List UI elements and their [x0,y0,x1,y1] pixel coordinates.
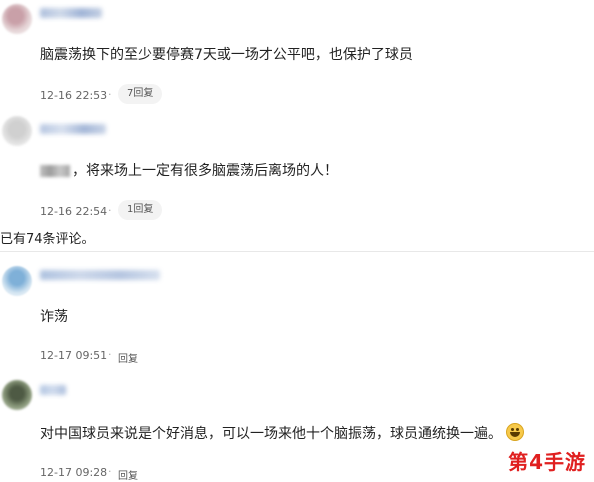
separator-dot: · [108,348,112,361]
comment-time: 12-16 22:53 [40,89,108,102]
comment-text-content: 对中国球员来说是个好消息，可以一场来他十个脑振荡，球员通统换一遍。 [40,426,502,442]
laughing-face-icon [506,423,524,441]
username-blurred[interactable] [40,385,66,395]
reply-count-button[interactable]: 7回复 [118,84,163,104]
separator-dot: · [108,204,112,217]
site-watermark-logo: 第4手游 [508,450,586,474]
comment-time: 12-16 22:54 [40,205,108,218]
comment-text: 诈荡 [40,309,68,325]
comment-text: 对中国球员来说是个好消息，可以一场来他十个脑振荡，球员通统换一遍。 [40,423,524,443]
reply-button[interactable]: 回复 [118,467,138,482]
avatar[interactable] [2,380,32,410]
comment-time: 12-17 09:51 [40,349,108,362]
reply-button[interactable]: 回复 [118,350,138,365]
username-blurred[interactable] [40,270,160,280]
comment-text-content: ，将来场上一定有很多脑震荡后离场的人！ [72,163,338,179]
username-blurred[interactable] [40,124,106,134]
comment-count-summary: 已有74条评论。 [0,232,95,247]
reply-count-button[interactable]: 1回复 [118,200,163,220]
comment-text: ，将来场上一定有很多脑震荡后离场的人！ [40,160,338,180]
avatar[interactable] [2,266,32,296]
mention-blurred[interactable] [40,165,70,177]
comment-time: 12-17 09:28 [40,466,108,479]
username-blurred[interactable] [40,8,102,18]
avatar[interactable] [2,4,32,34]
divider [0,251,594,252]
separator-dot: · [108,88,112,101]
separator-dot: · [108,465,112,478]
comment-text: 脑震荡换下的至少要停赛7天或一场才公平吧，也保护了球员 [40,47,413,63]
avatar[interactable] [2,116,32,146]
